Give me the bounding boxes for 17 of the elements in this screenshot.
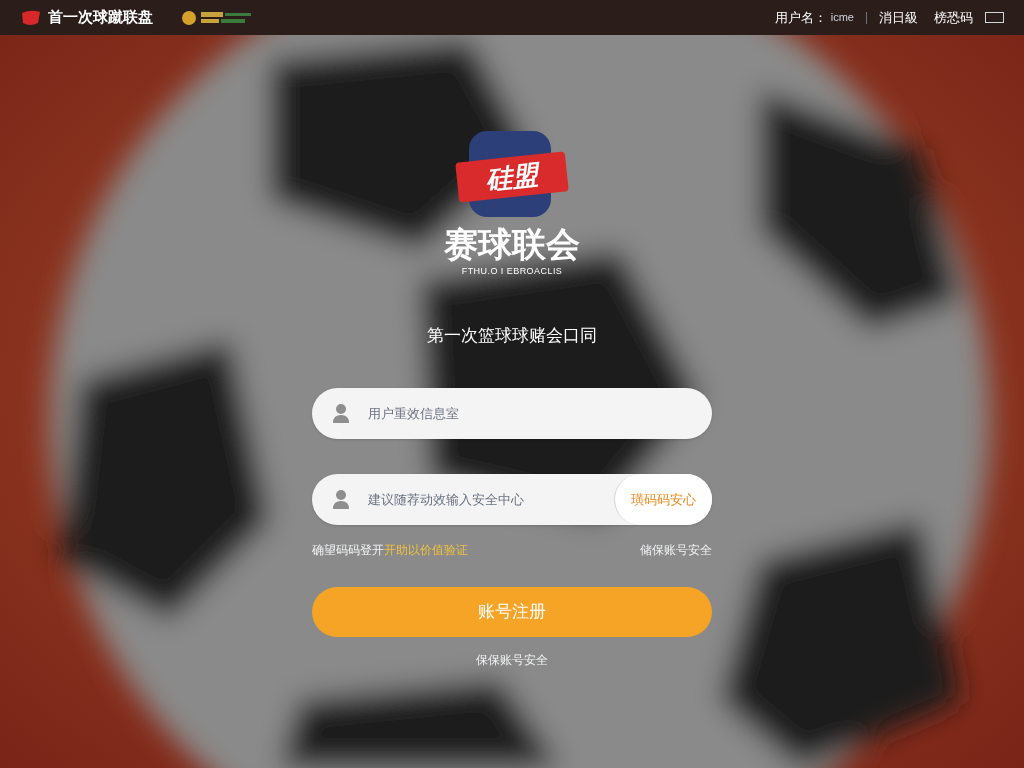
- user-label: 用户名：: [774, 8, 827, 27]
- register-button[interactable]: 账号注册: [312, 587, 712, 637]
- top-link[interactable]: 榜恐码: [934, 7, 973, 28]
- window-icon[interactable]: [985, 12, 1004, 23]
- user-icon: [332, 403, 350, 423]
- top-link[interactable]: 消日級: [879, 7, 918, 28]
- brand-name: 首一次球蹴联盘: [48, 7, 153, 28]
- logo-subtitle: FTHU.O I EBROACLIS: [461, 265, 563, 278]
- user-icon: [332, 489, 350, 509]
- hint-text: 确望码码登开开助以价值验证: [312, 542, 468, 559]
- verify-link[interactable]: 开助以价值验证: [384, 543, 468, 557]
- username: icme: [830, 10, 854, 26]
- account-security-link[interactable]: 储保账号安全: [640, 541, 712, 559]
- input-field[interactable]: 用户重效信息室: [312, 388, 712, 439]
- page-heading: 第一次篮球球赌会口同: [427, 324, 597, 347]
- logo-title: 赛球联会: [444, 227, 580, 261]
- account-security-link[interactable]: 保保账号安全: [476, 651, 548, 669]
